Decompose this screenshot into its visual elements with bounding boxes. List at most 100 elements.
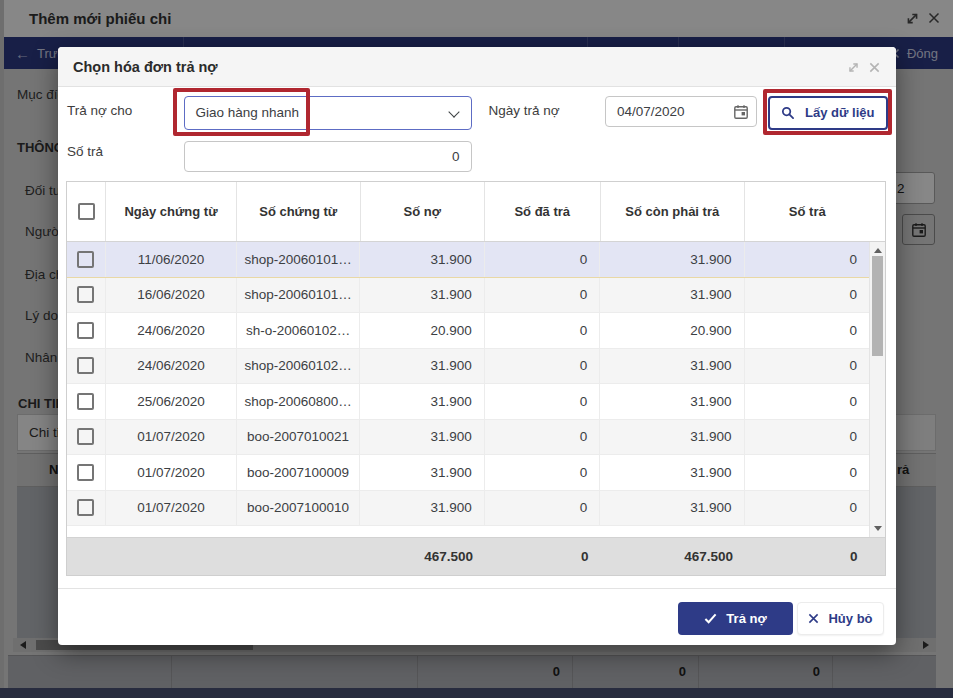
annotation-box-pay-to <box>173 88 310 136</box>
cancel-button[interactable]: Hủy bỏ <box>797 602 884 635</box>
table-total: 0 <box>485 538 601 575</box>
invoice-table-body: 11/06/2020shop-20060101…31.900031.900016… <box>67 242 885 537</box>
select-all-checkbox[interactable] <box>78 203 95 220</box>
table-cell: 0 <box>485 384 600 419</box>
column-header[interactable]: Số còn phải trả <box>601 182 746 241</box>
table-cell: 31.900 <box>360 349 484 384</box>
table-cell: shop-20060102… <box>237 349 360 384</box>
table-cell: boo-2007010021 <box>237 420 360 455</box>
table-cell: 0 <box>745 420 869 455</box>
table-cell: 31.900 <box>360 242 484 277</box>
select-all-header <box>67 182 106 241</box>
row-checkbox[interactable] <box>77 464 94 481</box>
table-cell: 11/06/2020 <box>106 242 237 277</box>
row-checkbox[interactable] <box>77 322 94 339</box>
table-cell: 0 <box>745 384 869 419</box>
pay-debt-button[interactable]: Trả nợ <box>678 602 793 635</box>
modal-maximize-icon[interactable] <box>847 61 860 74</box>
amount-value: 0 <box>452 142 460 171</box>
table-cell: 16/06/2020 <box>106 278 237 313</box>
column-header[interactable]: Số chứng từ <box>237 182 361 241</box>
table-cell: boo-2007100010 <box>237 491 360 526</box>
screen: Thêm mới phiếu chi ← Trước Đóng Mục đích <box>0 0 953 698</box>
date-input[interactable]: 04/07/2020 <box>605 96 757 128</box>
table-cell: 25/06/2020 <box>106 384 237 419</box>
row-checkbox[interactable] <box>77 428 94 445</box>
column-header[interactable]: Ngày chứng từ <box>106 182 237 241</box>
table-cell: shop-20060101… <box>237 242 360 277</box>
scroll-up-icon[interactable] <box>874 248 882 253</box>
table-cell: 31.900 <box>600 278 744 313</box>
table-cell: 0 <box>745 455 869 490</box>
table-cell: 0 <box>485 242 600 277</box>
table-cell: 31.900 <box>600 349 744 384</box>
table-cell: 31.900 <box>600 384 744 419</box>
column-header[interactable]: Số đã trả <box>485 182 601 241</box>
modal-choose-invoice: Chọn hóa đơn trả nợ Trả nợ cho Giao hàng… <box>58 47 896 645</box>
table-cell: 31.900 <box>600 491 744 526</box>
table-cell: 01/07/2020 <box>106 420 237 455</box>
table-cell: 31.900 <box>600 420 744 455</box>
table-row[interactable]: 24/06/2020shop-20060102…31.900031.9000 <box>67 349 869 385</box>
table-row[interactable]: 24/06/2020sh-o-20060102…20.900020.9000 <box>67 313 869 349</box>
table-cell: shop-20060800… <box>237 384 360 419</box>
column-header[interactable]: Số trả <box>745 182 870 241</box>
modal-footer-divider <box>58 588 896 589</box>
modal-header: Chọn hóa đơn trả nợ <box>58 47 896 87</box>
modal-close-icon[interactable] <box>868 61 881 74</box>
vertical-scrollbar[interactable] <box>869 242 885 537</box>
date-value: 04/07/2020 <box>617 97 685 126</box>
table-cell: 24/06/2020 <box>106 313 237 348</box>
table-row[interactable]: 25/06/2020shop-20060800…31.900031.9000 <box>67 384 869 420</box>
table-cell: 31.900 <box>360 455 484 490</box>
row-checkbox[interactable] <box>77 251 94 268</box>
table-cell: 0 <box>745 313 869 348</box>
row-checkbox[interactable] <box>77 286 94 303</box>
table-row[interactable]: 16/06/2020shop-20060101…31.900031.9000 <box>67 278 869 314</box>
table-cell: 0 <box>745 491 869 526</box>
invoice-table-footer: 467.5000467.5000 <box>67 537 885 575</box>
pay-to-label: Trả nợ cho <box>67 96 132 126</box>
modal-title: Chọn hóa đơn trả nợ <box>73 47 218 87</box>
table-cell: 0 <box>485 420 600 455</box>
check-icon <box>704 612 717 625</box>
table-row[interactable]: 01/07/2020boo-200710001031.900031.9000 <box>67 491 869 527</box>
table-cell: 20.900 <box>600 313 744 348</box>
table-row[interactable]: 01/07/2020boo-200701002131.900031.9000 <box>67 420 869 456</box>
invoice-table-header: Ngày chứng từSố chứng từSố nợSố đã trảSố… <box>67 182 885 242</box>
table-cell: 31.900 <box>600 242 744 277</box>
row-checkbox[interactable] <box>77 357 94 374</box>
amount-input[interactable]: 0 <box>184 141 473 172</box>
table-total: 467.500 <box>601 538 746 575</box>
table-cell: 0 <box>745 349 869 384</box>
table-cell: 20.900 <box>360 313 484 348</box>
table-cell: 0 <box>485 313 600 348</box>
invoice-table: Ngày chứng từSố chứng từSố nợSố đã trảSố… <box>66 181 886 576</box>
row-checkbox[interactable] <box>77 393 94 410</box>
column-header[interactable]: Số nợ <box>361 182 486 241</box>
scroll-down-icon[interactable] <box>874 526 882 531</box>
table-cell: 0 <box>745 278 869 313</box>
table-footer-cell <box>237 538 361 575</box>
table-cell: 01/07/2020 <box>106 455 237 490</box>
table-cell: shop-20060101… <box>237 278 360 313</box>
close-icon <box>808 613 819 624</box>
cancel-label: Hủy bỏ <box>828 611 872 626</box>
annotation-box-fetch <box>763 89 892 135</box>
table-cell: 0 <box>485 455 600 490</box>
table-cell: 0 <box>485 491 600 526</box>
calendar-icon[interactable] <box>733 104 749 120</box>
table-cell: 0 <box>485 349 600 384</box>
table-cell: boo-2007100009 <box>237 455 360 490</box>
table-cell: 31.900 <box>360 491 484 526</box>
table-cell: 0 <box>745 242 869 277</box>
table-row[interactable]: 11/06/2020shop-20060101…31.900031.9000 <box>67 242 869 278</box>
table-total: 467.500 <box>361 538 486 575</box>
table-rows: 11/06/2020shop-20060101…31.900031.900016… <box>67 242 885 526</box>
table-row[interactable]: 01/07/2020boo-200710000931.900031.9000 <box>67 455 869 491</box>
date-label: Ngày trả nợ <box>489 96 560 126</box>
row-checkbox[interactable] <box>77 499 94 516</box>
amount-label: Số trả <box>67 137 103 167</box>
table-cell: 24/06/2020 <box>106 349 237 384</box>
vertical-scrollbar-thumb[interactable] <box>872 256 883 356</box>
